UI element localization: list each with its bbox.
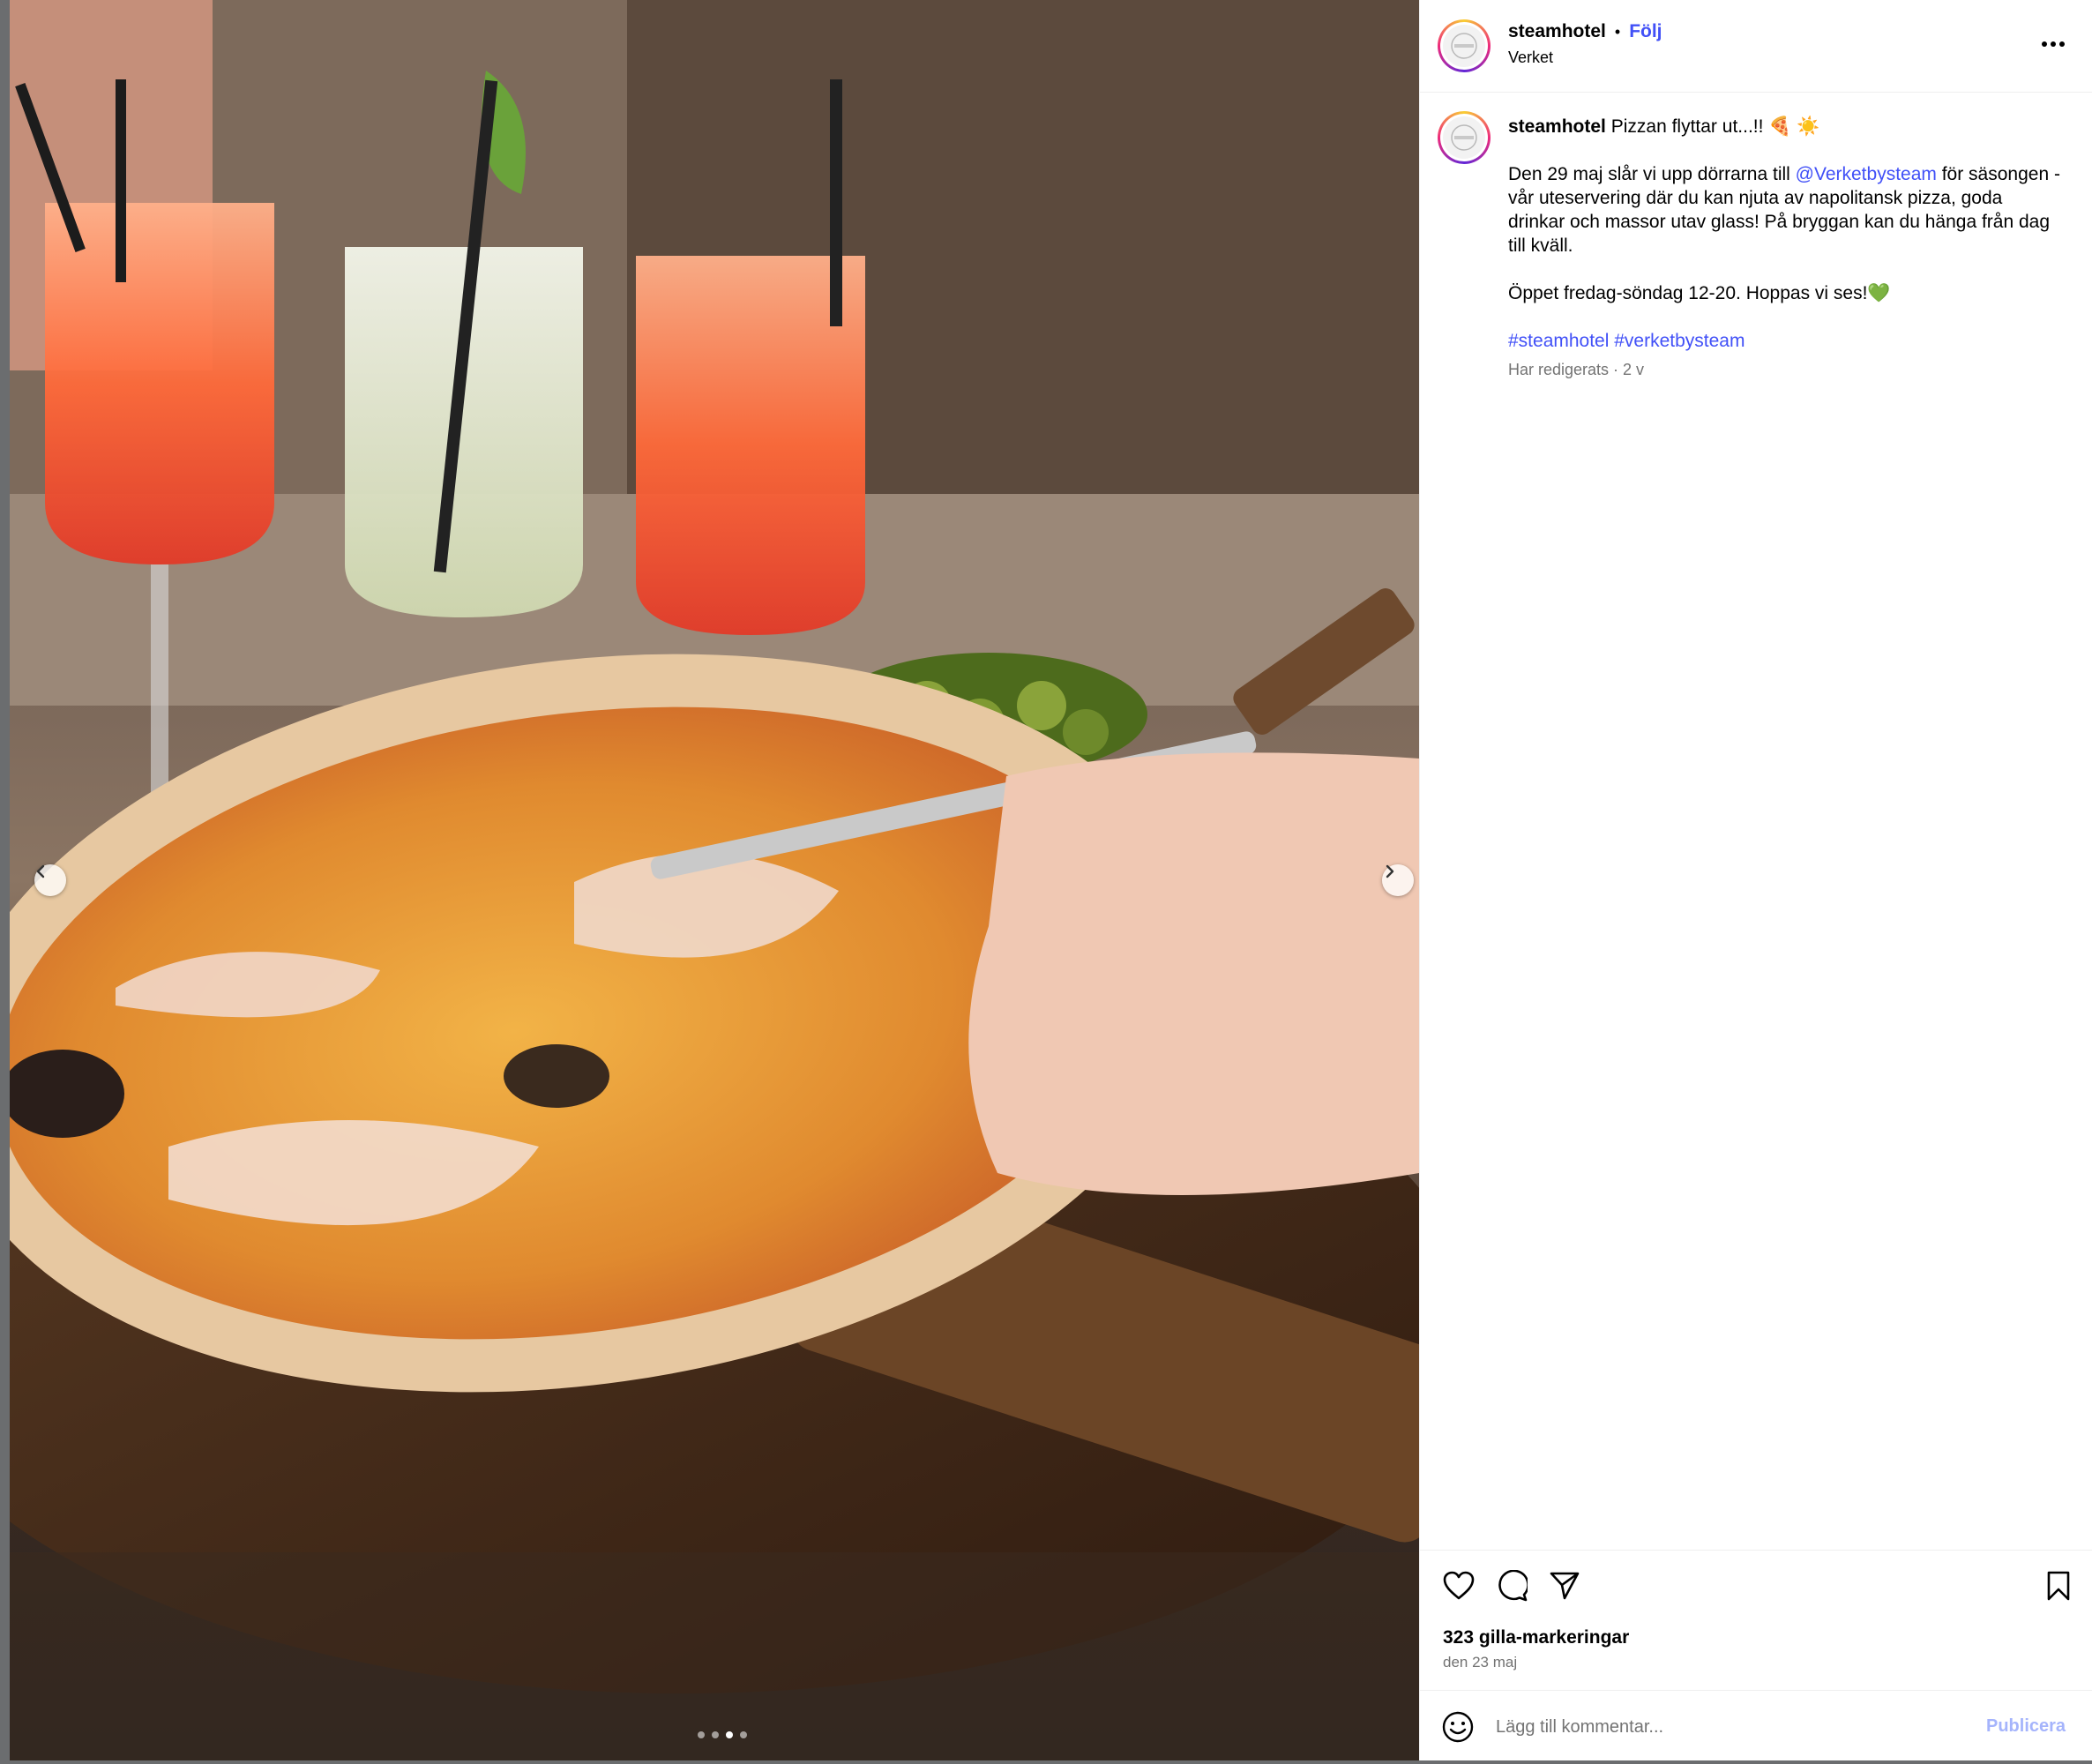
chevron-left-icon	[36, 864, 45, 878]
smiley-icon	[1442, 1711, 1474, 1743]
carousel-dot	[712, 1731, 719, 1738]
window-edge-left	[0, 0, 10, 1764]
share-button[interactable]	[1547, 1568, 1582, 1603]
heart-icon	[1443, 1571, 1475, 1600]
carousel-dot	[726, 1731, 733, 1738]
steamhotel-logo-icon	[1443, 25, 1485, 67]
separator-dot: •	[1614, 22, 1621, 41]
carousel-dot	[740, 1731, 747, 1738]
edited-label: Har redigerats	[1508, 361, 1610, 378]
hashtag-link[interactable]: #steamhotel	[1508, 331, 1609, 351]
carousel-next-button[interactable]	[1382, 864, 1414, 896]
post-date[interactable]: den 23 maj	[1443, 1654, 1517, 1671]
drink-left	[45, 203, 274, 811]
follow-button[interactable]: Följ	[1629, 21, 1662, 42]
caption-paragraph-2: Öppet fredag-söndag 12-20. Hoppas vi ses…	[1508, 281, 2064, 305]
more-options-button[interactable]	[2037, 34, 2069, 55]
caption-title-text: Pizzan flyttar ut...!!	[1610, 116, 1764, 137]
pizza-photo	[10, 0, 1419, 1760]
post-actions: 323 gilla-markeringar den 23 maj Publice…	[1420, 1550, 2092, 1760]
caption-username[interactable]: steamhotel	[1508, 116, 1606, 137]
bookmark-icon	[2047, 1571, 2070, 1601]
meta-separator: ·	[1609, 361, 1624, 378]
avatar[interactable]	[1438, 19, 1491, 72]
caption-meta: Har redigerats · 2 v	[1508, 358, 2064, 382]
caption-paragraph-1: Den 29 maj slår vi upp dörrarna till @Ve…	[1508, 162, 2064, 258]
comment-bar: Publicera	[1420, 1690, 2092, 1761]
green-heart-emoji: 💚	[1867, 283, 1891, 303]
emoji-button[interactable]	[1441, 1710, 1475, 1744]
caption-title: steamhotel Pizzan flyttar ut...!! 🍕 ☀️	[1508, 115, 2064, 138]
comment-icon	[1498, 1570, 1528, 1602]
post-age[interactable]: 2 v	[1623, 361, 1644, 378]
publish-button[interactable]: Publicera	[1986, 1716, 2066, 1737]
chevron-right-icon	[1386, 864, 1394, 878]
pizza-sun-emoji: 🍕 ☀️	[1768, 116, 1820, 137]
instagram-post-window: steamhotel • Följ Verket steamhotel Pizz…	[0, 0, 2092, 1764]
likes-count[interactable]: 323 gilla-markeringar	[1443, 1627, 1629, 1648]
post-media[interactable]	[10, 0, 1419, 1760]
caption-text: Öppet fredag-söndag 12-20. Hoppas vi ses…	[1508, 283, 1868, 303]
username[interactable]: steamhotel	[1508, 21, 1606, 42]
caption-avatar[interactable]	[1438, 111, 1491, 164]
mention-link[interactable]: @Verketbysteam	[1796, 164, 1937, 184]
hashtag-link[interactable]: #verketbysteam	[1614, 331, 1745, 351]
location-link[interactable]: Verket	[1508, 49, 1553, 67]
paper-plane-icon	[1550, 1572, 1580, 1600]
window-edge-bottom	[0, 1760, 2092, 1764]
comment-input[interactable]	[1494, 1708, 1956, 1745]
carousel-dot	[698, 1731, 705, 1738]
carousel-prev-button[interactable]	[34, 864, 66, 896]
comment-button[interactable]	[1494, 1568, 1529, 1603]
post-caption: steamhotel Pizzan flyttar ut...!! 🍕 ☀️ D…	[1508, 115, 2064, 382]
carousel-indicator	[698, 1731, 747, 1738]
header-user-row: steamhotel • Följ	[1508, 21, 1662, 42]
post-side-panel: steamhotel • Följ Verket steamhotel Pizz…	[1419, 0, 2092, 1760]
like-button[interactable]	[1441, 1568, 1476, 1603]
post-header: steamhotel • Följ Verket	[1420, 0, 2092, 93]
steamhotel-logo-icon	[1443, 116, 1485, 159]
hashtags: #steamhotel #verketbysteam	[1508, 329, 2064, 353]
more-dots-icon	[2042, 41, 2065, 47]
caption-text: Den 29 maj slår vi upp dörrarna till	[1508, 164, 1796, 184]
save-button[interactable]	[2041, 1568, 2076, 1603]
